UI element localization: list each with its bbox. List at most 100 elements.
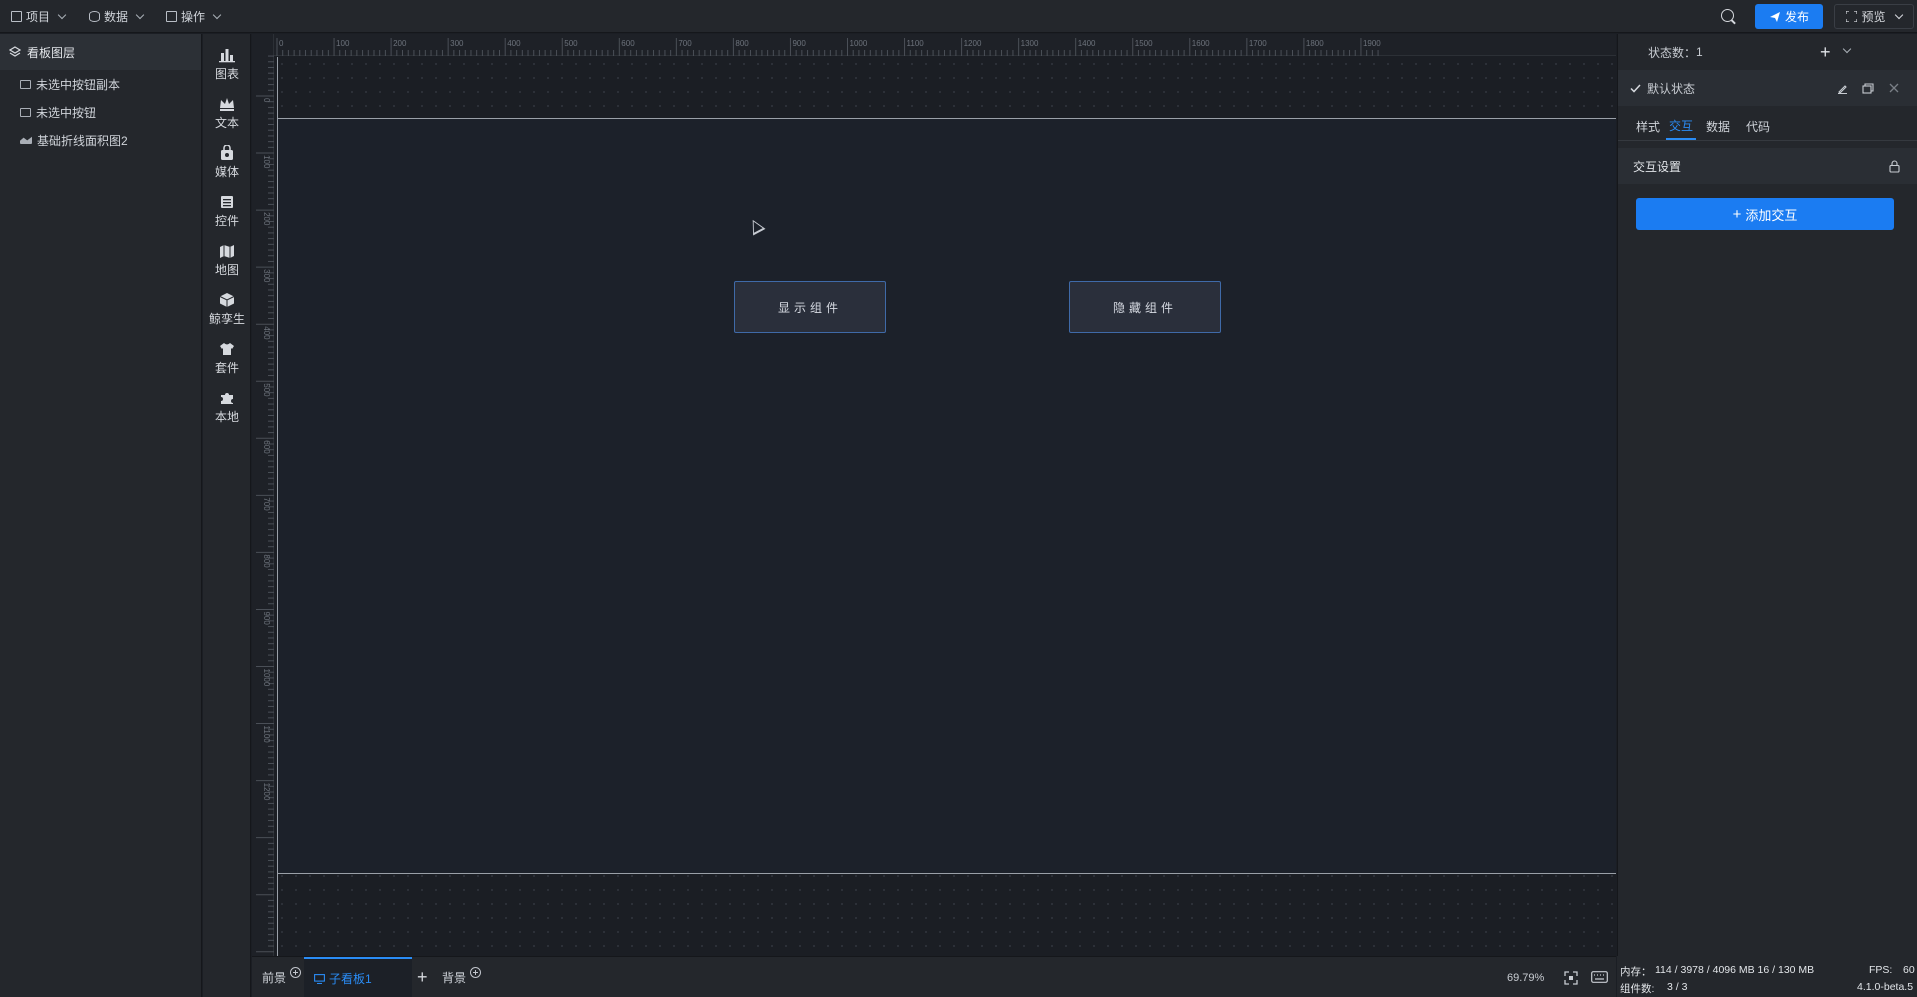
default-state-label: 默认状态 (1647, 81, 1696, 96)
ruler-left[interactable]: 0 100 200 300 400 500 600 700 800 900 1000 1100 1200 (252, 34, 274, 956)
tab-background[interactable]: 背景 (442, 957, 482, 997)
button-layer-icon (20, 79, 31, 89)
default-state-row[interactable]: 默认状态 (1618, 70, 1917, 106)
tool-twin[interactable]: 鲸孪生 (203, 285, 251, 333)
component-toolbar: 图表 文本 媒体 控件 地图 鲸孪生 套件 本地 (203, 34, 251, 997)
fit-screen-icon[interactable] (1564, 971, 1578, 985)
ruler-tick-label: 1100 (907, 39, 925, 48)
tab-code[interactable]: 代码 (1746, 112, 1770, 140)
chevron-down-icon[interactable] (1842, 44, 1852, 54)
ruler-tick-label: 0 (279, 39, 284, 48)
ruler-tick-label: 200 (262, 212, 271, 226)
close-icon[interactable] (1889, 83, 1899, 93)
tab-foreground[interactable]: 前景 (262, 957, 302, 997)
add-state-button[interactable]: + (1820, 42, 1831, 63)
add-circle-icon[interactable] (470, 967, 482, 978)
ruler-tick-label: 700 (678, 39, 692, 48)
publish-label: 发布 (1784, 10, 1809, 24)
ruler-top[interactable]: 0 100 200 300 400 500 600 700 800 900 1000 1100 1200… (252, 34, 1616, 56)
memory-label: 内存： (1620, 966, 1652, 978)
ruler-top-ticks: 0 100 200 300 400 500 600 700 800 900 1000 1100 1200… (276, 38, 1381, 56)
layers-header[interactable]: 看板图层 (0, 34, 201, 70)
document-icon (11, 11, 22, 22)
menu-operation-label: 操作 (181, 10, 206, 24)
ruler-tick-label: 400 (507, 39, 521, 48)
ruler-tick-label: 300 (262, 269, 271, 283)
state-count-row: 状态数： 1 + (1618, 34, 1917, 70)
tab-style[interactable]: 样式 (1636, 112, 1660, 140)
ruler-tick-label: 900 (262, 611, 271, 625)
layer-item[interactable]: 基础折线面积图2 (0, 126, 201, 154)
monitor-icon (314, 973, 325, 984)
hide-component-label: 隐藏组件 (1112, 300, 1177, 315)
ruler-tick-label: 500 (564, 39, 578, 48)
memory-value: 114 / 3978 / 4096 MB 16 / 130 MB (1655, 964, 1815, 976)
chart-icon (219, 48, 235, 62)
ruler-tick-label: 1800 (1306, 39, 1324, 48)
hide-component-button[interactable]: 隐藏组件 (1069, 281, 1221, 333)
publish-button[interactable]: 发布 (1755, 4, 1823, 29)
tool-label: 套件 (214, 360, 239, 375)
grid-icon (166, 11, 177, 22)
fullscreen-icon (1846, 11, 1858, 22)
add-tab-button[interactable]: + (417, 957, 428, 997)
fps-value: 60 (1903, 964, 1915, 976)
crown-icon (220, 97, 234, 111)
tab-sub-board[interactable]: 子看板1 (304, 957, 412, 997)
tool-media[interactable]: 媒体 (203, 138, 251, 186)
keyboard-icon[interactable] (1591, 971, 1608, 983)
tab-data[interactable]: 数据 (1706, 112, 1730, 140)
tool-map[interactable]: 地图 (203, 236, 251, 284)
dashboard-board[interactable]: 显示组件 隐藏组件 (277, 118, 1616, 874)
search-icon[interactable] (1721, 9, 1734, 22)
plus-icon: + (1732, 205, 1742, 223)
preview-button[interactable]: 预览 (1834, 4, 1914, 29)
tool-label: 文本 (214, 115, 239, 130)
menu-data[interactable]: 数据 (89, 0, 145, 33)
tool-text[interactable]: 文本 (203, 89, 251, 137)
properties-panel: 状态数： 1 + 默认状态 样式 交互 数据 代码 交互设置 + 添加交互 (1617, 34, 1917, 956)
canvas-area[interactable]: 显示组件 隐藏组件 0 100 200 300 400 500 600 700 800 900 10… (252, 34, 1616, 956)
check-icon (1630, 83, 1641, 93)
interaction-settings-header[interactable]: 交互设置 (1618, 148, 1917, 184)
tab-sub-board-label: 子看板1 (329, 972, 372, 986)
tool-control[interactable]: 控件 (203, 187, 251, 235)
ruler-tick-label: 100 (336, 39, 350, 48)
media-icon (221, 144, 233, 160)
state-count-label: 状态数： (1648, 45, 1697, 60)
add-interaction-button[interactable]: + 添加交互 (1636, 198, 1894, 230)
show-component-button[interactable]: 显示组件 (734, 281, 886, 333)
tool-label: 媒体 (214, 164, 239, 179)
menu-operation[interactable]: 操作 (166, 0, 222, 33)
ruler-tick-label: 600 (262, 440, 271, 454)
edit-icon[interactable] (1837, 83, 1848, 94)
ruler-tick-label: 1100 (262, 726, 271, 744)
ruler-left-ticks: 0 100 200 300 400 500 600 700 800 900 1000 1100 1200 (256, 55, 274, 953)
lock-icon[interactable] (1889, 159, 1900, 173)
control-icon (221, 195, 233, 208)
layer-item[interactable]: 未选中按钮副本 (0, 70, 201, 98)
layer-item[interactable]: 未选中按钮 (0, 98, 201, 126)
layer-item-label: 未选中按钮副本 (36, 77, 121, 92)
interaction-settings-title: 交互设置 (1633, 159, 1682, 174)
tab-interaction[interactable]: 交互 (1666, 112, 1697, 140)
puzzle-icon (221, 392, 233, 404)
add-circle-icon[interactable] (290, 967, 302, 978)
copy-icon[interactable] (1862, 82, 1874, 94)
ruler-tick-label: 1200 (964, 39, 982, 48)
plus-icon: + (417, 967, 428, 987)
chevron-down-icon (135, 10, 145, 19)
layers-icon (9, 46, 21, 57)
tool-chart[interactable]: 图表 (203, 40, 251, 88)
ruler-tick-label: 200 (393, 39, 407, 48)
menu-project[interactable]: 项目 (11, 0, 67, 33)
ruler-tick-label: 1600 (1192, 39, 1210, 48)
tool-label: 地图 (214, 262, 239, 277)
tool-label: 控件 (214, 213, 239, 228)
tool-kit[interactable]: 套件 (203, 334, 251, 382)
ruler-tick-label: 1200 (262, 783, 271, 801)
tool-local[interactable]: 本地 (203, 383, 251, 431)
tab-foreground-label: 前景 (262, 971, 287, 985)
zoom-level[interactable]: 69.79% (1507, 957, 1544, 997)
ruler-tick-label: 300 (450, 39, 464, 48)
